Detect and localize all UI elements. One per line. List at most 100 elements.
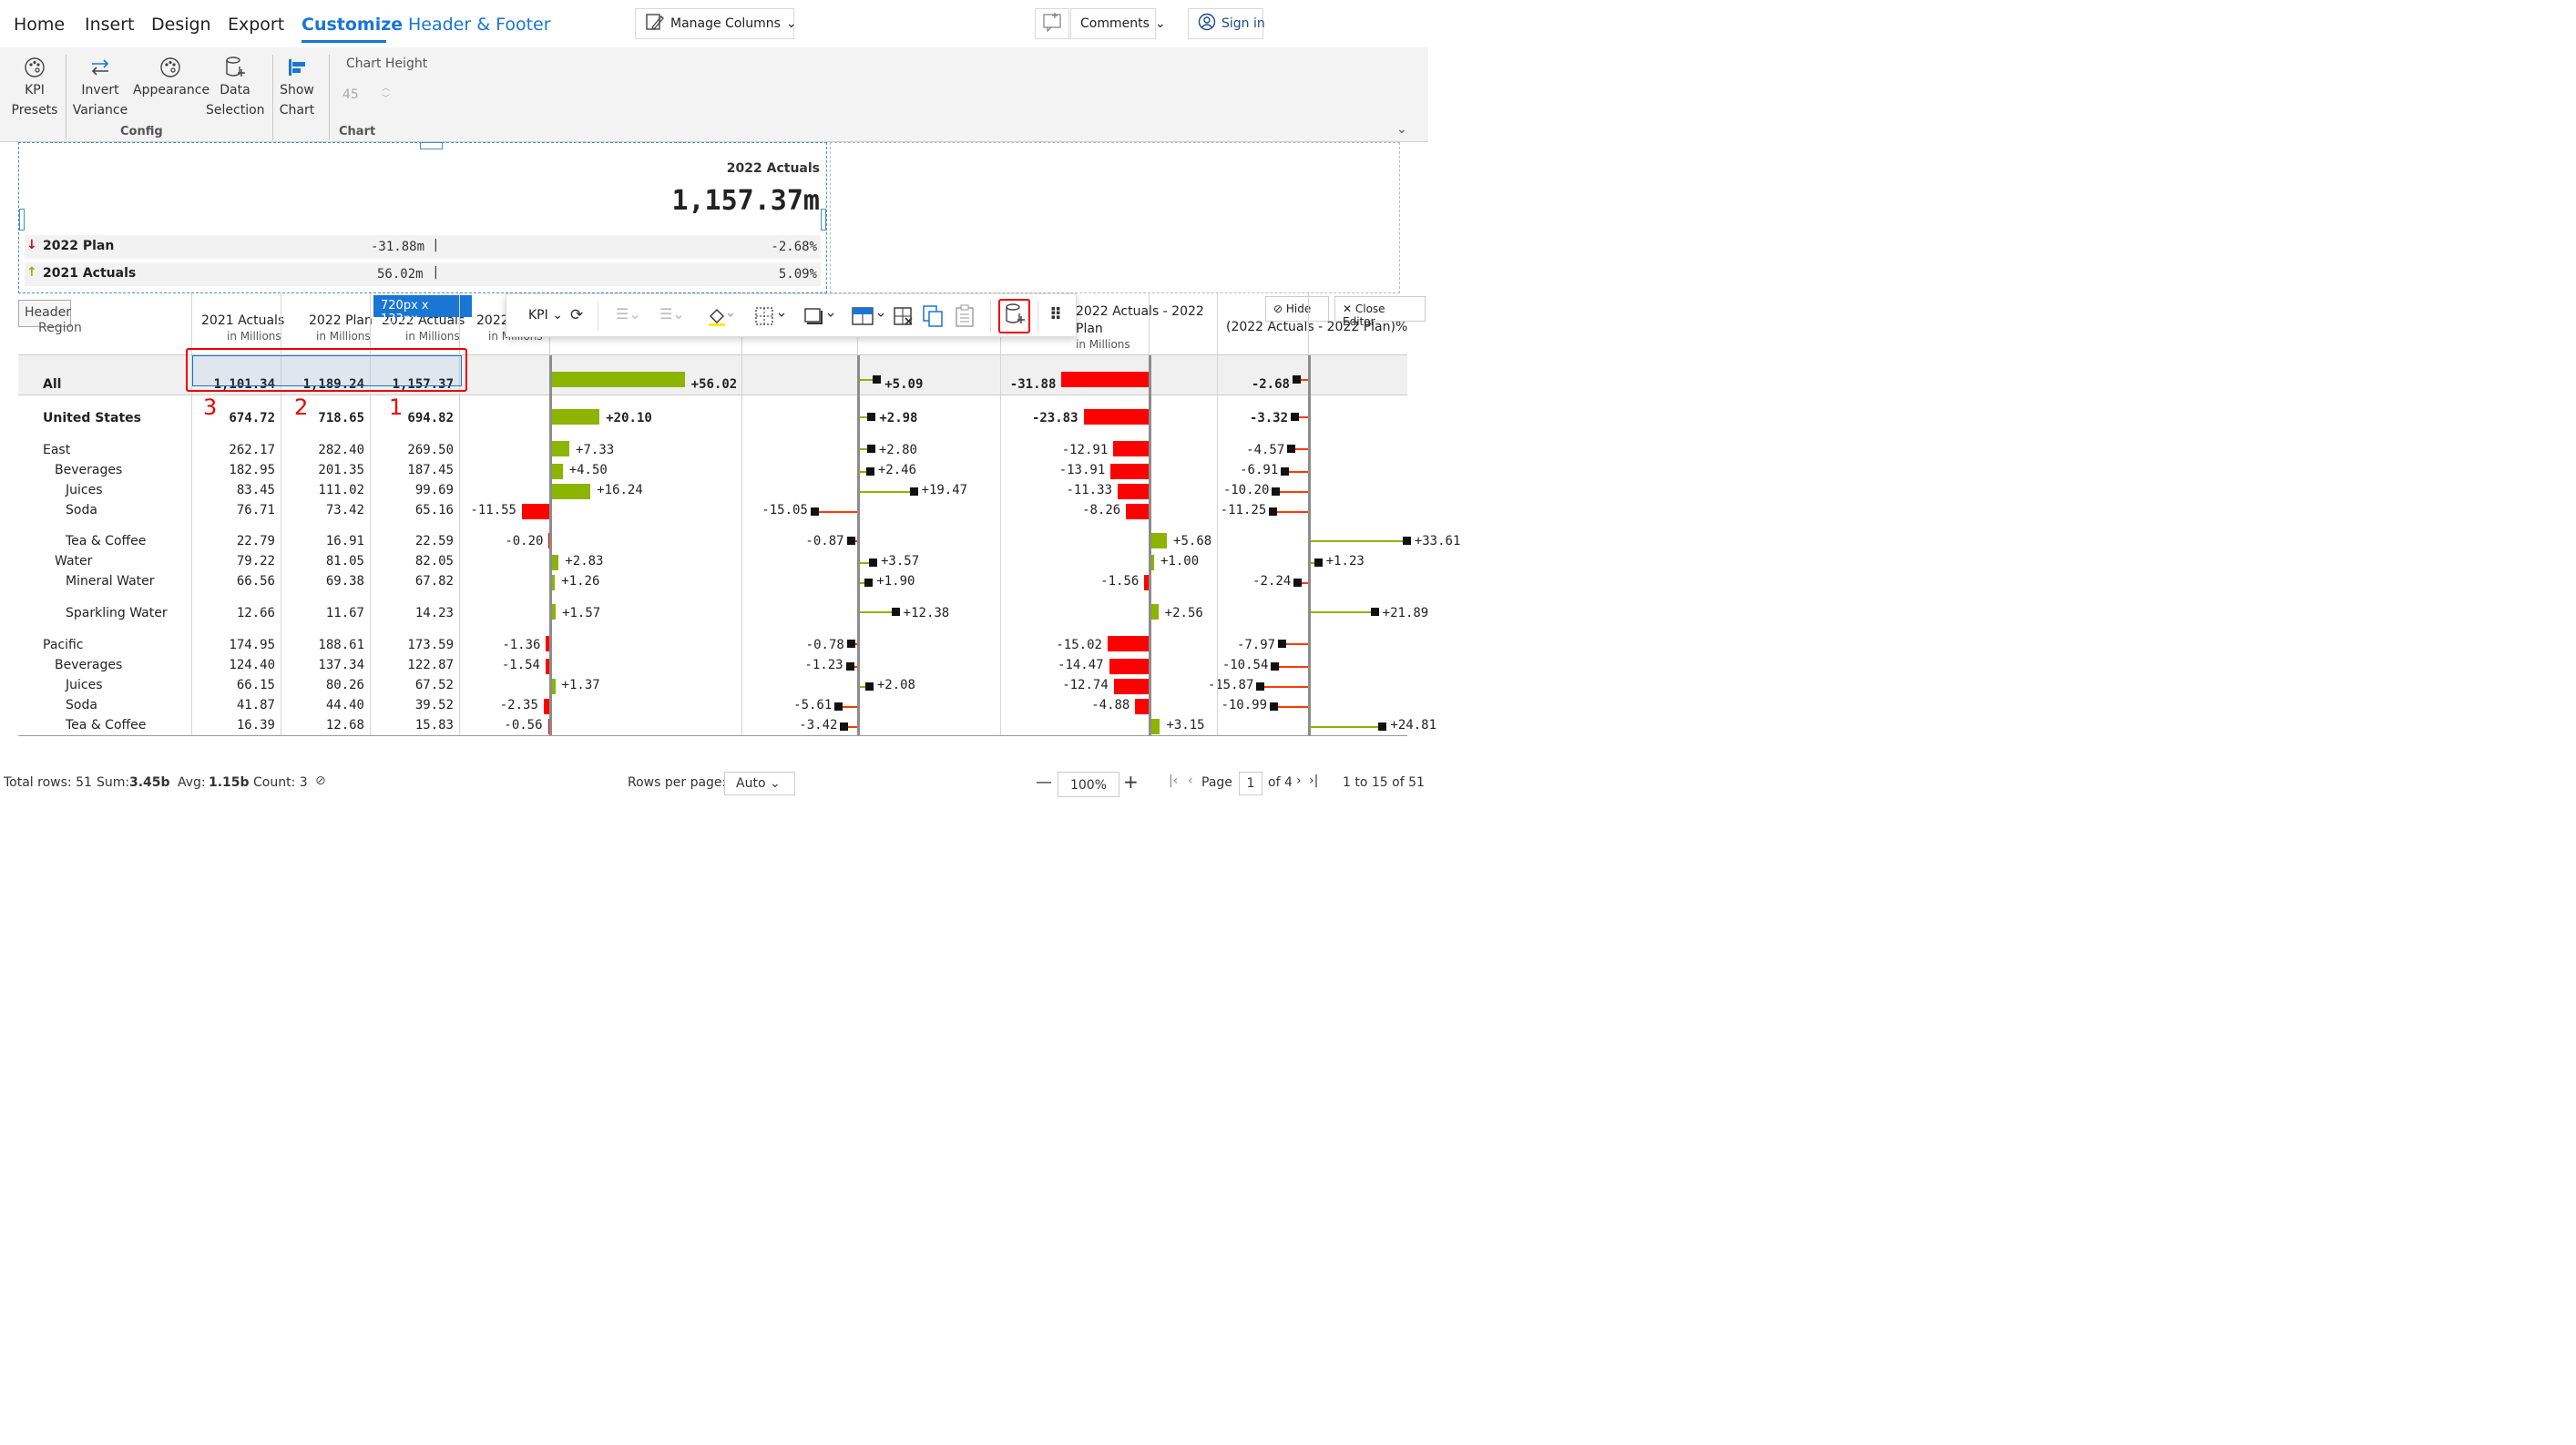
value-cell[interactable]: 694.82 xyxy=(407,411,454,425)
variance-bar[interactable] xyxy=(1083,409,1149,425)
variance-pin[interactable] xyxy=(867,413,876,421)
value-cell[interactable]: 22.59 xyxy=(415,534,454,548)
value-cell[interactable]: 12.66 xyxy=(237,606,275,620)
clipboard-icon[interactable] xyxy=(955,304,975,332)
value-cell[interactable]: 67.52 xyxy=(415,678,454,692)
value-cell[interactable]: 187.45 xyxy=(407,463,454,477)
kpi-header-card[interactable]: 2022 Actuals 1,157.37m ↓ 2022 Plan -31.8… xyxy=(18,142,827,293)
page-input[interactable]: 1 xyxy=(1239,772,1262,795)
variance-pin[interactable] xyxy=(1378,722,1387,731)
zoom-in-button[interactable]: + xyxy=(1123,771,1139,793)
variance-pin[interactable] xyxy=(866,445,875,453)
table-row[interactable]: Beverages 182.95 201.35 187.45 +4.50 +2.46 -13… xyxy=(18,461,1407,481)
layout-icon[interactable] xyxy=(851,305,887,331)
menu-export[interactable]: Export xyxy=(228,15,284,35)
chart-height-input[interactable]: 45 ︿ ﹀ xyxy=(337,82,394,108)
table-row[interactable]: Tea & Coffee 22.79 16.91 22.59 -0.20 -0.87 +5.… xyxy=(18,521,1460,552)
value-cell[interactable]: 122.87 xyxy=(407,658,454,672)
table-row[interactable]: East 262.17 282.40 269.50 +7.33 +2.80 -12.91 -4… xyxy=(18,429,1407,461)
variance-bar[interactable] xyxy=(1151,532,1168,548)
close-editor-button[interactable]: ✕ Close Editor xyxy=(1334,296,1426,328)
value-cell[interactable]: 73.42 xyxy=(326,503,364,518)
table-row[interactable]: Soda 41.87 44.40 39.52 -2.35 -5.61 -4.88 -10.99 xyxy=(18,696,1407,716)
next-page-icon[interactable]: › xyxy=(1296,774,1302,788)
borders-icon[interactable] xyxy=(754,305,787,331)
value-cell[interactable]: 1,189.24 xyxy=(303,377,364,392)
value-cell[interactable]: 188.61 xyxy=(318,638,364,652)
collapse-ribbon-icon[interactable]: ⌄ xyxy=(1396,122,1407,137)
variance-pin[interactable] xyxy=(864,578,874,587)
value-cell[interactable]: 12.68 xyxy=(326,718,364,733)
variance-pin[interactable] xyxy=(846,536,855,545)
variance-bar[interactable] xyxy=(1113,678,1149,694)
value-cell[interactable]: 111.02 xyxy=(318,483,364,497)
value-cell[interactable]: 99.69 xyxy=(415,483,454,497)
variance-pin[interactable] xyxy=(1278,640,1287,648)
variance-pin[interactable] xyxy=(1272,487,1281,496)
value-cell[interactable]: 269.50 xyxy=(407,443,454,457)
value-cell[interactable]: 201.35 xyxy=(318,463,364,477)
variance-bar[interactable] xyxy=(1151,718,1160,734)
value-cell[interactable]: 1,101.34 xyxy=(214,377,275,392)
add-comment-button[interactable] xyxy=(1035,8,1069,39)
prev-page-icon[interactable]: ‹ xyxy=(1188,774,1193,788)
value-cell[interactable]: 22.79 xyxy=(237,534,275,548)
variance-bar[interactable] xyxy=(552,604,557,620)
comments-dropdown[interactable]: Comments ⌄ xyxy=(1070,8,1166,39)
variance-bar[interactable] xyxy=(1118,483,1149,499)
col-header-2022-plan[interactable]: 2022 Plan xyxy=(309,313,373,328)
value-cell[interactable]: 11.67 xyxy=(326,606,364,620)
manage-columns-button[interactable]: Manage Columns ⌄ xyxy=(635,8,797,39)
variance-pin[interactable] xyxy=(864,682,874,691)
variance-pin[interactable] xyxy=(1402,536,1411,545)
variance-bar[interactable] xyxy=(552,409,600,425)
value-cell[interactable]: 262.17 xyxy=(229,443,275,457)
value-cell[interactable]: 174.95 xyxy=(229,638,275,652)
table-row[interactable]: Juices 83.45 111.02 99.69 +16.24 +19.47 -11.33… xyxy=(18,481,1407,501)
hide-button[interactable]: ⊘ Hide xyxy=(1265,296,1329,322)
variance-pin[interactable] xyxy=(846,640,855,648)
value-cell[interactable]: 1,157.37 xyxy=(393,377,454,392)
col-header-variance-pct[interactable]: (2022 Actuals - 2022 Plan)% xyxy=(1226,320,1407,334)
add-data-button[interactable] xyxy=(998,299,1030,333)
menu-home[interactable]: Home xyxy=(14,15,65,35)
col-header-variance-abs[interactable]: 2022 Actuals - 2022 xyxy=(1076,304,1204,319)
variance-pin[interactable] xyxy=(1370,608,1379,616)
table-row[interactable]: Beverages 124.40 137.34 122.87 -1.54 -1.23 -14… xyxy=(18,656,1407,676)
table-row[interactable]: Pacific 174.95 188.61 173.59 -1.36 -0.78 -15.0… xyxy=(18,624,1407,656)
value-cell[interactable]: 282.40 xyxy=(318,443,364,457)
copy-icon[interactable] xyxy=(922,304,944,332)
table-row[interactable]: All 1,101.34 1,189.24 1,157.37 +56.02 +5.09 -3… xyxy=(18,355,1407,395)
resize-handle-left[interactable] xyxy=(19,209,25,231)
drag-handle-icon[interactable]: ⠿ xyxy=(1049,305,1062,324)
table-row[interactable]: Sparkling Water 12.66 11.67 14.23 +1.57 +12.3… xyxy=(18,592,1428,624)
menu-customize[interactable]: Customize xyxy=(302,15,403,35)
variance-bar[interactable] xyxy=(552,574,556,590)
value-cell[interactable]: 66.15 xyxy=(237,678,275,692)
col-header-region[interactable]: Region xyxy=(38,321,82,335)
variance-bar[interactable] xyxy=(1151,554,1154,570)
variance-pin[interactable] xyxy=(1270,702,1279,711)
variance-bar[interactable] xyxy=(1126,503,1149,519)
variance-pin[interactable] xyxy=(834,702,843,711)
value-cell[interactable]: 83.45 xyxy=(237,483,275,497)
variance-bar[interactable] xyxy=(1107,636,1149,651)
col-header-2022-partial[interactable]: 2022 xyxy=(476,313,509,328)
value-cell[interactable]: 16.91 xyxy=(326,534,364,548)
value-cell[interactable]: 16.39 xyxy=(237,718,275,733)
col-header-2021-actuals[interactable]: 2021 Actuals xyxy=(201,313,284,328)
variance-pin[interactable] xyxy=(1292,374,1301,384)
value-cell[interactable]: 39.52 xyxy=(415,698,454,712)
variance-bar[interactable] xyxy=(1110,463,1149,479)
invert-variance-button[interactable]: Invert Variance xyxy=(71,55,129,120)
data-selection-button[interactable]: Data Selection xyxy=(206,55,265,120)
rows-per-page-select[interactable]: Auto ⌄ xyxy=(724,772,795,795)
zoom-input[interactable]: 100% xyxy=(1058,772,1119,797)
value-cell[interactable]: 80.26 xyxy=(326,678,364,692)
variance-pin[interactable] xyxy=(1314,558,1323,567)
variance-bar[interactable] xyxy=(1135,698,1149,714)
value-cell[interactable]: 137.34 xyxy=(318,658,364,672)
menu-design[interactable]: Design xyxy=(151,15,211,35)
value-cell[interactable]: 15.83 xyxy=(415,718,454,733)
last-page-icon[interactable]: ›| xyxy=(1309,774,1318,788)
